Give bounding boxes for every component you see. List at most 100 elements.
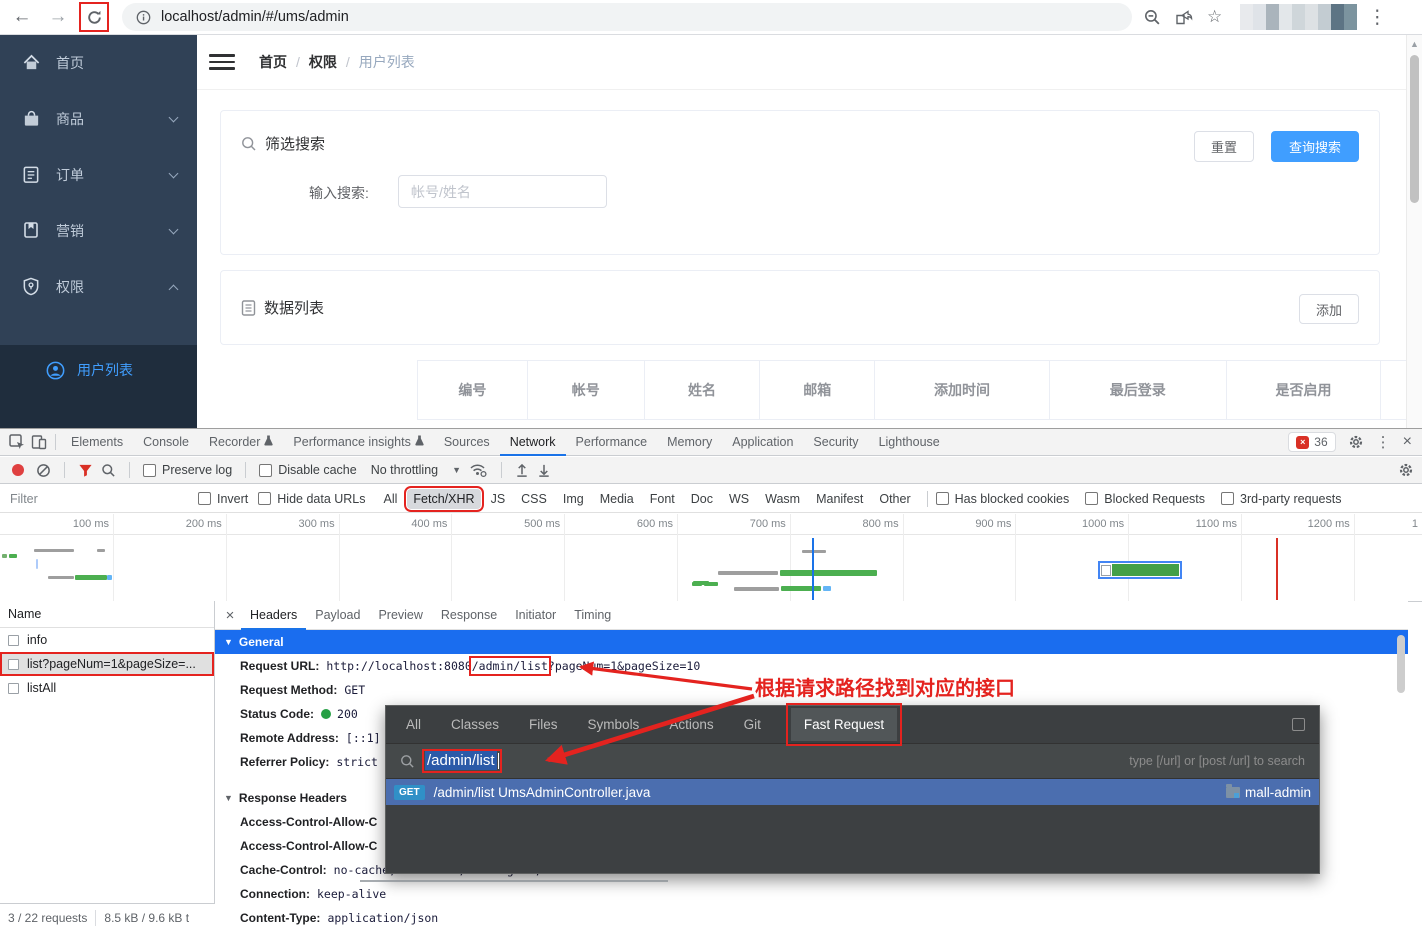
popup-search-input[interactable]: /admin/list: [421, 749, 503, 773]
device-toolbar-icon[interactable]: [28, 432, 50, 452]
reset-button[interactable]: 重置: [1194, 131, 1254, 162]
search-network-icon[interactable]: [101, 463, 116, 478]
filter-checkbox-3rd-party-requests[interactable]: 3rd-party requests: [1221, 492, 1341, 506]
filter-chip-doc[interactable]: Doc: [685, 489, 719, 509]
popup-tab-classes[interactable]: Classes: [451, 717, 499, 732]
refresh-button[interactable]: [79, 2, 109, 32]
add-button[interactable]: 添加: [1299, 294, 1359, 324]
general-section-header[interactable]: ▼ General: [215, 630, 1408, 654]
devtools-tab-lighthouse[interactable]: Lighthouse: [869, 429, 950, 456]
query-search-button[interactable]: 查询搜索: [1271, 131, 1359, 162]
issues-badge[interactable]: × 36: [1288, 432, 1336, 452]
disable-cache-checkbox[interactable]: Disable cache: [259, 463, 357, 477]
breadcrumb-item-权限[interactable]: 权限: [309, 52, 337, 72]
name-column-header[interactable]: Name: [0, 601, 214, 628]
filter-chip-media[interactable]: Media: [594, 489, 640, 509]
filter-chip-other[interactable]: Other: [873, 489, 916, 509]
filter-funnel-icon[interactable]: [78, 463, 93, 478]
detail-tab-headers[interactable]: Headers: [241, 601, 306, 630]
selected-request-waterfall-bar[interactable]: [1098, 561, 1182, 579]
devtools-close-icon[interactable]: ×: [1403, 433, 1412, 451]
request-row[interactable]: info: [0, 628, 214, 652]
sidebar-subitem-角色列表[interactable]: 角色列表: [0, 413, 197, 428]
devtools-tab-memory[interactable]: Memory: [657, 429, 722, 456]
clear-icon[interactable]: [36, 463, 51, 478]
popup-tab-fast-request[interactable]: Fast Request: [785, 703, 903, 746]
sidebar-subitem-用户列表[interactable]: 用户列表: [0, 345, 197, 395]
filter-chip-wasm[interactable]: Wasm: [759, 489, 806, 509]
filter-chip-ws[interactable]: WS: [723, 489, 755, 509]
popup-tab-git[interactable]: Git: [744, 717, 761, 732]
network-conditions-icon[interactable]: [469, 462, 488, 478]
breadcrumb-item-首页[interactable]: 首页: [259, 52, 287, 72]
popup-window-icon[interactable]: [1292, 718, 1305, 731]
filter-checkbox-blocked-requests[interactable]: Blocked Requests: [1085, 492, 1205, 506]
devtools-tab-recorder[interactable]: Recorder: [199, 429, 283, 456]
detail-tab-initiator[interactable]: Initiator: [506, 601, 565, 630]
popup-tab-all[interactable]: All: [406, 717, 421, 732]
inspect-element-icon[interactable]: [6, 432, 28, 452]
forward-icon[interactable]: →: [44, 3, 72, 31]
devtools-tab-performance[interactable]: Performance: [566, 429, 658, 456]
detail-close-icon[interactable]: ×: [219, 607, 241, 624]
filter-chip-font[interactable]: Font: [644, 489, 681, 509]
devtools-tab-performance-insights[interactable]: Performance insights: [283, 429, 433, 456]
preserve-log-checkbox[interactable]: Preserve log: [143, 463, 232, 477]
throttling-select[interactable]: No throttling ▼: [371, 463, 461, 477]
account-search-input[interactable]: [398, 175, 607, 208]
devtools-tab-network[interactable]: Network: [500, 429, 566, 456]
back-icon[interactable]: ←: [8, 3, 36, 31]
request-row[interactable]: listAll: [0, 676, 214, 700]
import-har-icon[interactable]: [515, 463, 529, 478]
network-settings-gear-icon[interactable]: [1398, 462, 1414, 478]
detail-tab-payload[interactable]: Payload: [306, 601, 369, 630]
filter-chip-manifest[interactable]: Manifest: [810, 489, 869, 509]
scroll-up-icon[interactable]: ▲: [1407, 35, 1422, 49]
page-scrollbar[interactable]: ▲: [1406, 35, 1422, 428]
header-value: [::1]: [345, 731, 381, 745]
filter-chip-css[interactable]: CSS: [515, 489, 553, 509]
record-icon[interactable]: [12, 464, 24, 476]
devtools-tab-sources[interactable]: Sources: [434, 429, 500, 456]
share-icon[interactable]: [1175, 9, 1193, 26]
sidebar-item-营销[interactable]: 营销: [0, 203, 197, 259]
popup-tab-files[interactable]: Files: [529, 717, 558, 732]
network-overview-timeline[interactable]: 100 ms 200 ms 300 ms 400 ms 500 ms 600 ms 700 …: [0, 514, 1422, 602]
filter-chip-img[interactable]: Img: [557, 489, 590, 509]
request-row[interactable]: list?pageNum=1&pageSize=...: [0, 652, 214, 676]
hamburger-icon[interactable]: [209, 50, 235, 75]
sidebar-item-权限[interactable]: 权限: [0, 259, 197, 315]
sidebar-item-商品[interactable]: 商品: [0, 91, 197, 147]
detail-scrollbar[interactable]: [1394, 631, 1408, 931]
settings-gear-icon[interactable]: [1348, 434, 1364, 450]
detail-tab-preview[interactable]: Preview: [369, 601, 431, 630]
browser-menu-icon[interactable]: ⋮: [1363, 3, 1391, 31]
detail-tab-response[interactable]: Response: [432, 601, 506, 630]
export-har-icon[interactable]: [537, 463, 551, 478]
filter-chip-fetch-xhr[interactable]: Fetch/XHR: [404, 485, 484, 512]
hide-data-urls-checkbox[interactable]: Hide data URLs: [258, 492, 366, 506]
bookmark-star-icon[interactable]: ☆: [1207, 7, 1222, 27]
devtools-tab-security[interactable]: Security: [803, 429, 868, 456]
devtools-tab-elements[interactable]: Elements: [61, 429, 133, 456]
sidebar-item-订单[interactable]: 订单: [0, 147, 197, 203]
invert-checkbox[interactable]: Invert: [198, 492, 248, 506]
header-key: Access-Control-Allow-C: [240, 839, 378, 853]
zoom-out-icon[interactable]: [1144, 9, 1161, 26]
devtools-menu-icon[interactable]: ⋮: [1376, 433, 1391, 451]
network-filter-input[interactable]: [8, 490, 198, 507]
popup-result-row[interactable]: GET /admin/list UmsAdminController.java …: [386, 779, 1319, 805]
devtools-tab-console[interactable]: Console: [133, 429, 199, 456]
popup-tab-actions[interactable]: Actions: [669, 717, 713, 732]
popup-tab-symbols[interactable]: Symbols: [588, 717, 640, 732]
address-bar[interactable]: localhost/admin/#/ums/admin: [122, 3, 1132, 31]
filter-chip-js[interactable]: JS: [485, 489, 512, 509]
filter-checkbox-has-blocked-cookies[interactable]: Has blocked cookies: [935, 492, 1069, 506]
page-info-icon[interactable]: [136, 10, 151, 25]
detail-tab-timing[interactable]: Timing: [565, 601, 620, 630]
waterfall-bar: [107, 575, 112, 580]
filter-chip-all[interactable]: All: [378, 489, 404, 509]
breadcrumb-item-用户列表[interactable]: 用户列表: [359, 52, 415, 72]
sidebar-item-首页[interactable]: 首页: [0, 35, 197, 91]
devtools-tab-application[interactable]: Application: [722, 429, 803, 456]
